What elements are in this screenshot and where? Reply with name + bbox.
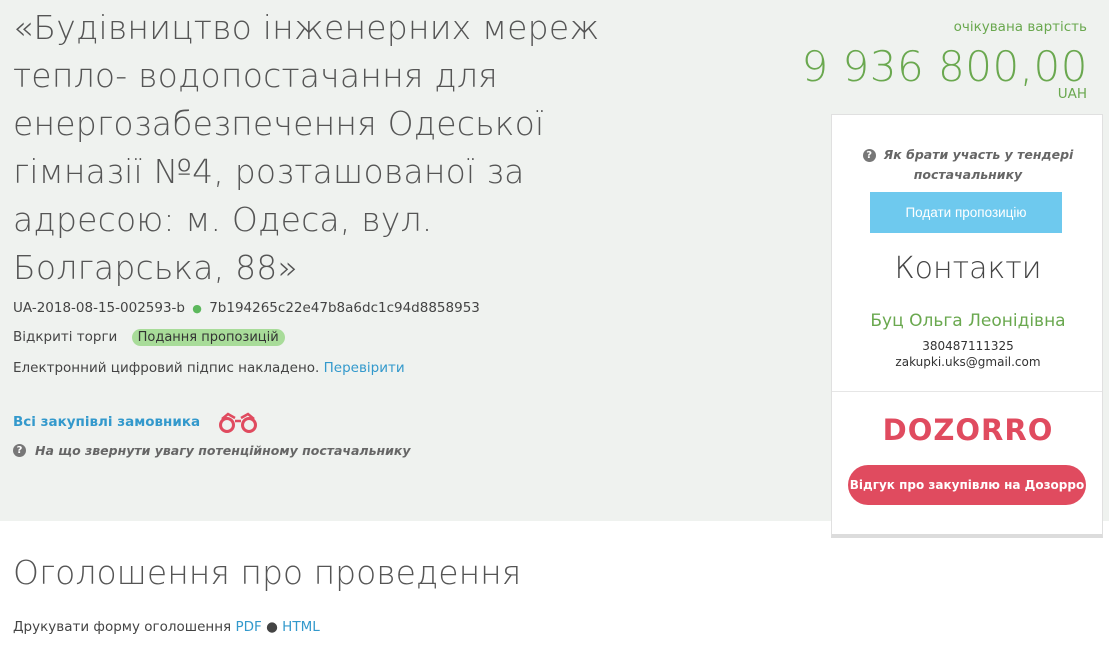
question-circle-icon: ? (862, 149, 876, 162)
contacts-heading: Контакти (894, 251, 1042, 286)
print-html-link[interactable]: HTML (282, 619, 320, 635)
contact-name: Буц Ольга Леонідівна (870, 311, 1066, 331)
tender-id-line: UA-2018-08-15-002593-b ● 7b194265c22e47b… (13, 300, 480, 316)
tender-hash: 7b194265c22e47b8a6dc1c94d8858953 (209, 300, 480, 316)
print-form-label: Друкувати форму оголошення (13, 619, 232, 635)
procedure-type: Відкриті торги (13, 329, 118, 345)
contact-email: zakupki.uks@gmail.com (895, 355, 1041, 369)
attention-link[interactable]: ? На що звернути увагу потенційному пост… (13, 443, 411, 458)
tender-id: UA-2018-08-15-002593-b (13, 300, 185, 316)
separator-dot: ● (266, 619, 278, 635)
signature-text: Електронний цифровий підпис накладено. (13, 360, 320, 376)
status-badge: Подання пропозицій (131, 329, 285, 346)
participation-card: ? Як брати участь у тендері постачальнику… (831, 114, 1103, 538)
print-pdf-link[interactable]: PDF (235, 619, 261, 635)
dozorro-logo: DOZORRO (882, 413, 1054, 447)
contact-phone: 380487111325 (922, 339, 1014, 353)
expected-price-label: очікувана вартість (953, 19, 1087, 35)
procedure-line: Відкриті торги Подання пропозицій (13, 329, 285, 346)
card-divider (832, 391, 1102, 392)
binoculars-icon[interactable] (216, 410, 260, 434)
submit-proposal-button[interactable]: Подати пропозицію (870, 192, 1062, 233)
dot-icon: ● (192, 302, 202, 315)
announcement-heading: Оголошення про проведення (13, 553, 522, 592)
how-to-text: Як брати участь у тендері постачальнику (883, 147, 1074, 182)
expected-price-value: 9 936 800,00 (801, 42, 1088, 91)
question-circle-icon: ? (13, 444, 26, 457)
all-purchases-link[interactable]: Всі закупівлі замовника (13, 410, 260, 434)
all-purchases-label: Всі закупівлі замовника (13, 414, 201, 430)
attention-text: На що звернути увагу потенційному постач… (35, 443, 411, 458)
dozorro-review-button[interactable]: Відгук про закупівлю на Дозорро (848, 465, 1086, 505)
tender-title: «Будівництво інженерних мереж тепло- вод… (13, 8, 600, 287)
print-form-line: Друкувати форму оголошення PDF ● HTML (13, 619, 320, 635)
how-to-participate-link[interactable]: ? Як брати участь у тендері постачальнику (832, 145, 1104, 185)
verify-link[interactable]: Перевірити (324, 360, 405, 376)
currency-label: UAH (1057, 86, 1087, 102)
signature-line: Електронний цифровий підпис накладено. П… (13, 360, 405, 376)
